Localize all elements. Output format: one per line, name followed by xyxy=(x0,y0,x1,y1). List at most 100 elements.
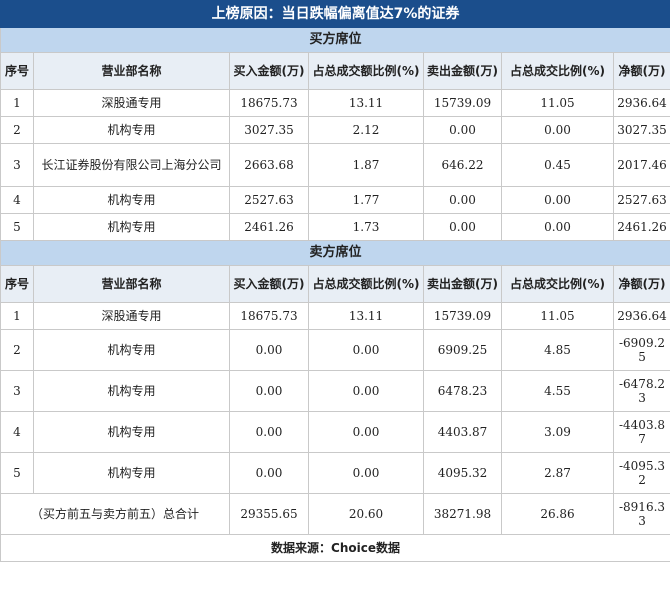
lhb-table: 上榜原因：当日跌幅偏离值达7%的证券 买方席位 序号 营业部名称 买入金额(万)… xyxy=(0,0,670,562)
buy-amount: 3027.35 xyxy=(229,116,309,144)
buy-amount: 0.00 xyxy=(229,329,309,371)
table-row: 4 机构专用 2527.63 1.77 0.00 0.00 2527.63 xyxy=(0,186,670,214)
header-cell: 买入金额(万) xyxy=(229,52,309,90)
buy-amount: 2663.68 xyxy=(229,143,309,187)
sell-amount: 4095.32 xyxy=(423,452,502,494)
header-cell: 序号 xyxy=(0,52,34,90)
net-amount: -4095.32 xyxy=(612,452,670,494)
buy-section-label: 买方席位 xyxy=(0,27,670,53)
sell-header-row: 序号 营业部名称 买入金额(万) 占总成交额比例(%) 卖出金额(万) 占总成交… xyxy=(0,265,670,303)
row-index: 2 xyxy=(0,329,34,371)
net-amount: 2017.46 xyxy=(612,143,670,187)
sell-amount: 0.00 xyxy=(423,213,502,241)
buy-amount: 2527.63 xyxy=(229,186,309,214)
branch-name: 深股通专用 xyxy=(33,302,230,330)
buy-amount: 0.00 xyxy=(229,411,309,453)
header-cell: 占总成交比例(%) xyxy=(501,265,614,303)
header-cell: 净额(万) xyxy=(612,52,670,90)
branch-name: 深股通专用 xyxy=(33,89,230,117)
row-index: 4 xyxy=(0,411,34,453)
header-cell: 净额(万) xyxy=(612,265,670,303)
sell-amount: 646.22 xyxy=(423,143,502,187)
sell-amount: 0.00 xyxy=(423,186,502,214)
table-title: 上榜原因：当日跌幅偏离值达7%的证券 xyxy=(0,0,670,28)
buy-ratio: 0.00 xyxy=(308,329,424,371)
buy-ratio: 13.11 xyxy=(308,89,424,117)
header-cell: 占总成交额比例(%) xyxy=(308,265,424,303)
sell-ratio: 11.05 xyxy=(501,89,614,117)
sell-amount: 6478.23 xyxy=(423,370,502,412)
buy-ratio: 1.77 xyxy=(308,186,424,214)
table-row: 2 机构专用 3027.35 2.12 0.00 0.00 3027.35 xyxy=(0,116,670,144)
row-index: 5 xyxy=(0,452,34,494)
buy-ratio: 0.00 xyxy=(308,411,424,453)
total-net-amount: -8916.33 xyxy=(612,493,670,535)
total-row: （买方前五与卖方前五）总合计 29355.65 20.60 38271.98 2… xyxy=(0,493,670,535)
total-sell-ratio: 26.86 xyxy=(501,493,614,535)
sell-ratio: 4.55 xyxy=(501,370,614,412)
sell-ratio: 0.00 xyxy=(501,116,614,144)
row-index: 4 xyxy=(0,186,34,214)
header-cell: 序号 xyxy=(0,265,34,303)
table-row: 1 深股通专用 18675.73 13.11 15739.09 11.05 29… xyxy=(0,89,670,117)
sell-ratio: 11.05 xyxy=(501,302,614,330)
row-index: 3 xyxy=(0,143,34,187)
buy-ratio: 1.73 xyxy=(308,213,424,241)
sell-ratio: 4.85 xyxy=(501,329,614,371)
net-amount: 2461.26 xyxy=(612,213,670,241)
table-row: 5 机构专用 0.00 0.00 4095.32 2.87 -4095.32 xyxy=(0,452,670,494)
buy-ratio: 1.87 xyxy=(308,143,424,187)
net-amount: 3027.35 xyxy=(612,116,670,144)
net-amount: 2527.63 xyxy=(612,186,670,214)
total-buy-ratio: 20.60 xyxy=(308,493,424,535)
buy-ratio: 0.00 xyxy=(308,452,424,494)
buy-amount: 18675.73 xyxy=(229,302,309,330)
table-row: 2 机构专用 0.00 0.00 6909.25 4.85 -6909.25 xyxy=(0,329,670,371)
net-amount: -4403.87 xyxy=(612,411,670,453)
row-index: 5 xyxy=(0,213,34,241)
table-row: 4 机构专用 0.00 0.00 4403.87 3.09 -4403.87 xyxy=(0,411,670,453)
row-index: 3 xyxy=(0,370,34,412)
branch-name: 机构专用 xyxy=(33,370,230,412)
sell-amount: 15739.09 xyxy=(423,89,502,117)
row-index: 2 xyxy=(0,116,34,144)
sell-ratio: 0.00 xyxy=(501,213,614,241)
header-cell: 营业部名称 xyxy=(33,265,230,303)
buy-ratio: 2.12 xyxy=(308,116,424,144)
buy-header-row: 序号 营业部名称 买入金额(万) 占总成交额比例(%) 卖出金额(万) 占总成交… xyxy=(0,52,670,90)
header-cell: 占总成交比例(%) xyxy=(501,52,614,90)
buy-ratio: 13.11 xyxy=(308,302,424,330)
branch-name: 机构专用 xyxy=(33,186,230,214)
sell-ratio: 3.09 xyxy=(501,411,614,453)
table-row: 1 深股通专用 18675.73 13.11 15739.09 11.05 29… xyxy=(0,302,670,330)
total-label: （买方前五与卖方前五）总合计 xyxy=(0,493,230,535)
row-index: 1 xyxy=(0,89,34,117)
table-row: 3 长江证券股份有限公司上海分公司 2663.68 1.87 646.22 0.… xyxy=(0,143,670,187)
table-row: 3 机构专用 0.00 0.00 6478.23 4.55 -6478.23 xyxy=(0,370,670,412)
branch-name: 机构专用 xyxy=(33,213,230,241)
total-buy-amount: 29355.65 xyxy=(229,493,309,535)
row-index: 1 xyxy=(0,302,34,330)
sell-amount: 15739.09 xyxy=(423,302,502,330)
branch-name: 机构专用 xyxy=(33,452,230,494)
header-cell: 买入金额(万) xyxy=(229,265,309,303)
buy-amount: 0.00 xyxy=(229,370,309,412)
branch-name: 机构专用 xyxy=(33,411,230,453)
branch-name: 长江证券股份有限公司上海分公司 xyxy=(33,143,230,187)
net-amount: -6909.25 xyxy=(612,329,670,371)
buy-ratio: 0.00 xyxy=(308,370,424,412)
header-cell: 卖出金额(万) xyxy=(423,52,502,90)
header-cell: 占总成交额比例(%) xyxy=(308,52,424,90)
branch-name: 机构专用 xyxy=(33,329,230,371)
net-amount: 2936.64 xyxy=(612,89,670,117)
sell-ratio: 0.45 xyxy=(501,143,614,187)
net-amount: -6478.23 xyxy=(612,370,670,412)
header-cell: 卖出金额(万) xyxy=(423,265,502,303)
sell-ratio: 0.00 xyxy=(501,186,614,214)
sell-amount: 0.00 xyxy=(423,116,502,144)
total-sell-amount: 38271.98 xyxy=(423,493,502,535)
sell-section-label: 卖方席位 xyxy=(0,240,670,266)
sell-ratio: 2.87 xyxy=(501,452,614,494)
data-source: 数据来源：Choice数据 xyxy=(0,534,670,562)
table-row: 5 机构专用 2461.26 1.73 0.00 0.00 2461.26 xyxy=(0,213,670,241)
